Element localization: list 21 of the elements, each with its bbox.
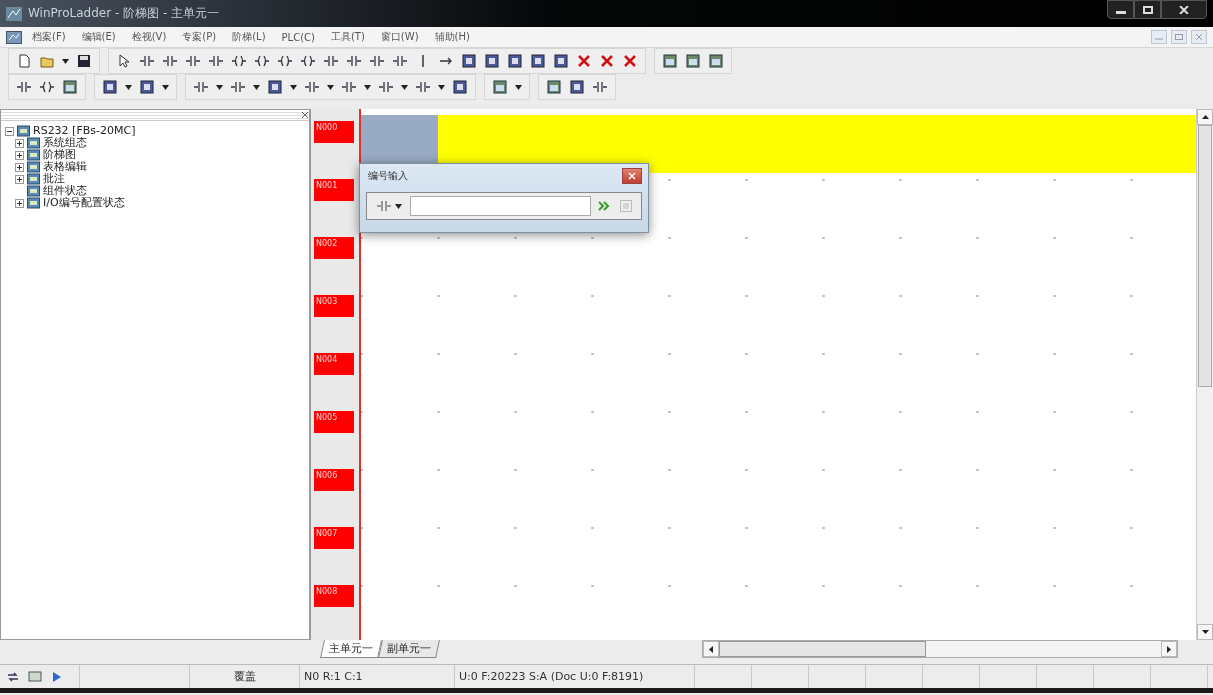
tree-item-label: 组件状态	[43, 185, 87, 197]
network-number: N006	[314, 469, 354, 491]
tree-item-label: 阶梯图	[43, 149, 76, 161]
tree-item-label: I/O编号配置状态	[43, 197, 125, 209]
window-title: WinProLadder - 阶梯图 - 主单元一	[28, 5, 221, 22]
network-number: N008	[314, 585, 354, 607]
network-number: N005	[314, 411, 354, 433]
dialog-title: 编号输入	[368, 169, 409, 183]
network-number: N004	[314, 353, 354, 375]
network-number: N007	[314, 527, 354, 549]
tree-item-label: RS232 [FBs-20MC]	[33, 125, 136, 137]
tree-item-label: 表格编辑	[43, 161, 87, 173]
network-number: N001	[314, 179, 354, 201]
cursor-position: N0 R:1 C:1	[304, 670, 363, 683]
network-number: N002	[314, 237, 354, 259]
tree-item-label: 系统组态	[43, 137, 87, 149]
tree-item-label: 批注	[43, 173, 65, 185]
edit-mode: 覆盖	[233, 669, 256, 684]
memory-status: U:0 F:20223 S:A (Doc U:0 F:8191)	[459, 670, 644, 683]
network-number: N003	[314, 295, 354, 317]
network-number: N000	[314, 121, 354, 143]
